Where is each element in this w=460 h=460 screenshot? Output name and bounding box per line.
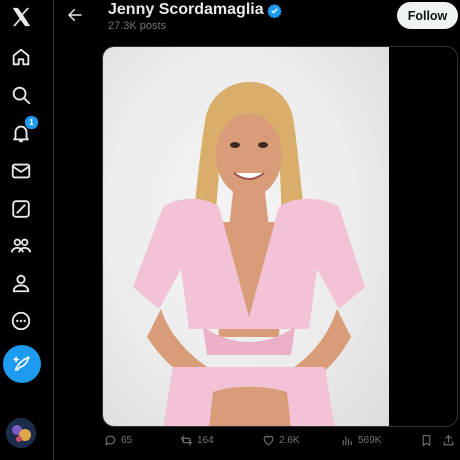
profile-icon[interactable] xyxy=(7,269,35,297)
posts-count: 27.3K posts xyxy=(108,20,167,32)
repost-count: 164 xyxy=(197,435,214,446)
like-count: 2.6K xyxy=(279,435,300,446)
profile-name-text: Jenny Scordamaglia xyxy=(108,1,264,18)
follow-button[interactable]: Follow xyxy=(397,2,458,29)
profile-header: Jenny Scordamaglia 27.3K posts Follow xyxy=(54,0,460,42)
portrait-illustration xyxy=(133,81,365,426)
repost-icon xyxy=(180,435,193,446)
account-avatar[interactable] xyxy=(6,418,36,448)
verified-badge-icon xyxy=(266,3,282,18)
views-icon xyxy=(342,436,352,446)
communities-icon[interactable] xyxy=(7,232,35,260)
home-icon[interactable] xyxy=(7,43,35,71)
notification-badge: 1 xyxy=(24,115,39,130)
heart-icon xyxy=(263,435,274,446)
grok-icon[interactable] xyxy=(7,195,35,223)
views-button[interactable]: 569K xyxy=(341,434,381,447)
reply-icon xyxy=(105,435,116,446)
compose-post-icon xyxy=(13,356,30,372)
notifications-icon[interactable]: 1 xyxy=(7,115,39,147)
sidebar: 1 xyxy=(0,0,54,460)
like-button[interactable]: 2.6K xyxy=(262,434,300,447)
post-actions: 65 164 2.6K 569K xyxy=(102,434,458,454)
profile-name: Jenny Scordamaglia xyxy=(108,1,282,19)
share-button[interactable] xyxy=(442,434,455,447)
explore-icon[interactable] xyxy=(7,81,35,109)
repost-button[interactable]: 164 xyxy=(180,434,214,447)
more-icon[interactable] xyxy=(7,307,35,335)
reply-button[interactable]: 65 xyxy=(104,434,132,447)
bookmark-button[interactable] xyxy=(420,434,433,447)
messages-icon[interactable] xyxy=(7,157,35,185)
x-logo-icon[interactable] xyxy=(7,3,35,31)
compose-post-button[interactable] xyxy=(3,345,41,383)
post-photo xyxy=(103,47,389,426)
bookmark-icon xyxy=(422,435,431,446)
back-arrow-icon[interactable] xyxy=(66,6,84,24)
views-count: 569K xyxy=(358,435,382,446)
post-media[interactable] xyxy=(102,46,458,427)
reply-count: 65 xyxy=(121,435,133,446)
share-icon xyxy=(443,435,454,446)
